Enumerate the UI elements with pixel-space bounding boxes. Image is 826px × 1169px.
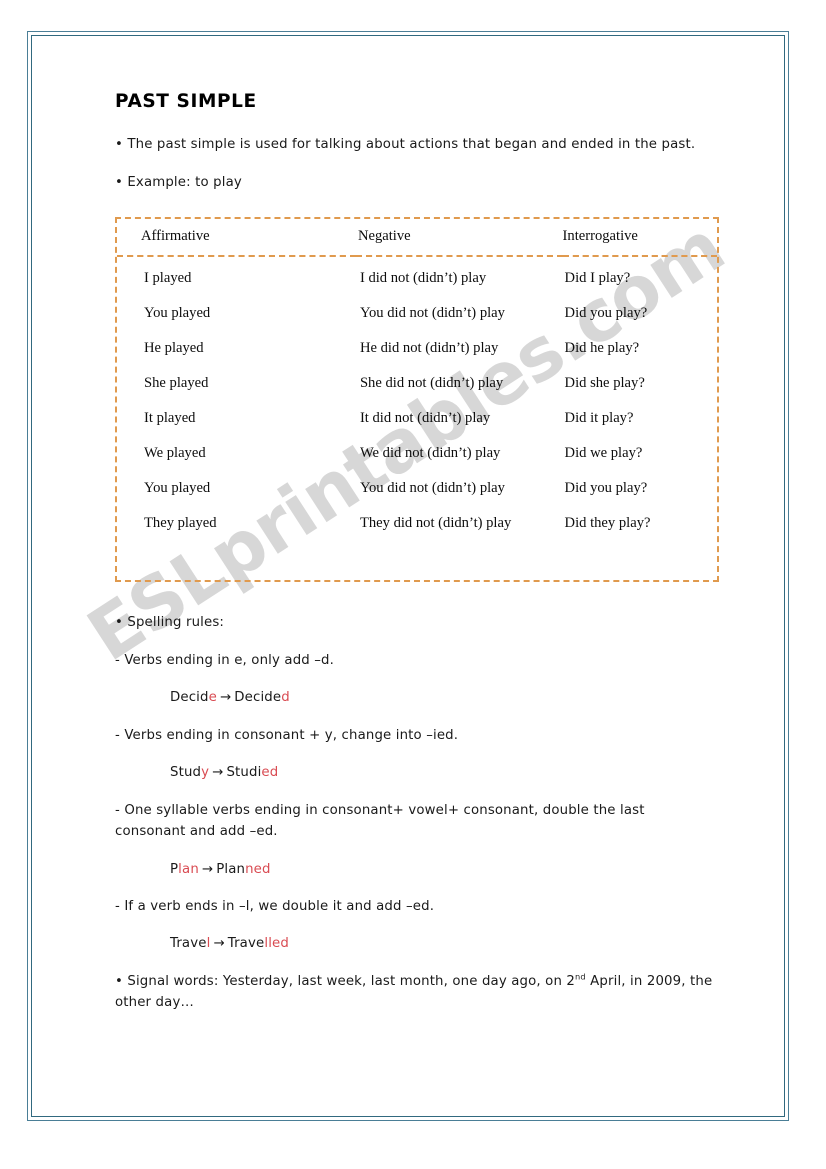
cell-interrogative: Did we play? [564,445,643,462]
table-row: He played He did not (didn’t) play Did h… [117,331,717,366]
table-header-row: Affirmative Negative Interrogative [117,219,717,258]
table-body: I played I did not (didn’t) play Did I p… [117,256,717,546]
cell-negative: They did not (didn’t) play [359,515,512,532]
column-header-interrogative: Interrogative [562,219,717,258]
conjugation-table-container: Affirmative Negative Interrogative I pla… [115,217,719,583]
table-row: It played It did not (didn’t) play Did i… [117,401,717,436]
table-row: They played They did not (didn’t) play D… [117,506,717,546]
column-header-affirmative: Affirmative [117,219,356,258]
arrow-icon: → [201,861,214,877]
example-base-black: Decid [170,690,209,706]
cell-negative: You did not (didn’t) play [359,480,505,497]
cell-affirmative: She played [144,375,209,392]
cell-negative: It did not (didn’t) play [359,410,491,427]
table-row: You played You did not (didn’t) play Did… [117,471,717,506]
cell-interrogative: Did they play? [564,515,651,532]
cell-negative: He did not (didn’t) play [359,340,499,357]
example-base-black: Trave [170,936,207,952]
example-result-black: Studi [226,765,262,781]
cell-affirmative: They played [144,515,217,532]
spelling-example-3: Plan → Planned [115,859,715,880]
example-base-black: P [170,861,179,877]
example-base-red: e [208,690,217,706]
worksheet-content: PAST SIMPLE • The past simple is used fo… [115,91,719,1030]
spelling-rule-2: - Verbs ending in consonant + y, change … [115,727,459,743]
example-paragraph: • Example: to play [115,174,242,190]
example-result-black: Plan [216,861,246,877]
cell-interrogative: Did you play? [564,480,648,497]
table-row: You played You did not (didn’t) play Did… [117,296,717,331]
table-bottom-spacer [117,546,717,580]
ordinal-suffix: nd [575,971,586,982]
definition-paragraph: • The past simple is used for talking ab… [115,137,696,153]
page-title: PAST SIMPLE [115,91,257,112]
spelling-rule-3: - One syllable verbs ending in consonant… [115,802,645,840]
example-base-red: y [201,765,210,781]
spelling-example-2: Study → Studied [115,762,715,783]
spelling-example-4: Travel → Travelled [115,933,715,954]
spelling-rules-heading: • Spelling rules: [115,615,225,631]
example-result-black: Decide [234,690,282,706]
example-base-black: Stud [170,765,202,781]
example-result-red: lled [264,936,289,952]
arrow-icon: → [213,936,225,952]
cell-interrogative: Did he play? [564,340,640,357]
spelling-rule-1: - Verbs ending in e, only add –d. [115,652,335,668]
arrow-icon: → [212,765,224,781]
arrow-icon: → [219,690,232,706]
example-result-red: ed [261,765,279,781]
column-header-negative: Negative [355,219,563,258]
table-row: I played I did not (didn’t) play Did I p… [117,256,717,296]
example-result-red: d [281,690,290,706]
table-row: We played We did not (didn’t) play Did w… [117,436,717,471]
cell-interrogative: Did it play? [564,410,634,427]
cell-interrogative: Did you play? [564,305,648,322]
cell-negative: She did not (didn’t) play [359,375,504,392]
signal-words-paragraph: • Signal words: Yesterday, last week, la… [115,971,715,1014]
spelling-rule-4: - If a verb ends in –l, we double it and… [115,898,435,914]
example-base-red: lan [178,861,199,877]
example-result-black: Trave [227,936,265,952]
cell-interrogative: Did she play? [564,375,645,392]
conjugation-table: Affirmative Negative Interrogative I pla… [117,219,717,546]
cell-affirmative: It played [144,410,196,427]
cell-affirmative: He played [144,340,204,357]
cell-negative: I did not (didn’t) play [359,270,487,287]
cell-negative: We did not (didn’t) play [359,445,501,462]
cell-affirmative: You played [144,305,211,322]
table-header: Affirmative Negative Interrogative [117,219,717,258]
cell-affirmative: We played [144,445,206,462]
signal-words-prefix: • Signal words: Yesterday, last week, la… [115,973,576,989]
cell-affirmative: I played [144,270,192,287]
cell-interrogative: Did I play? [564,270,631,287]
table-row: She played She did not (didn’t) play Did… [117,366,717,401]
cell-affirmative: You played [144,480,211,497]
example-result-red: ned [245,861,271,877]
cell-negative: You did not (didn’t) play [359,305,505,322]
spelling-example-1: Decide → Decided [115,687,715,708]
